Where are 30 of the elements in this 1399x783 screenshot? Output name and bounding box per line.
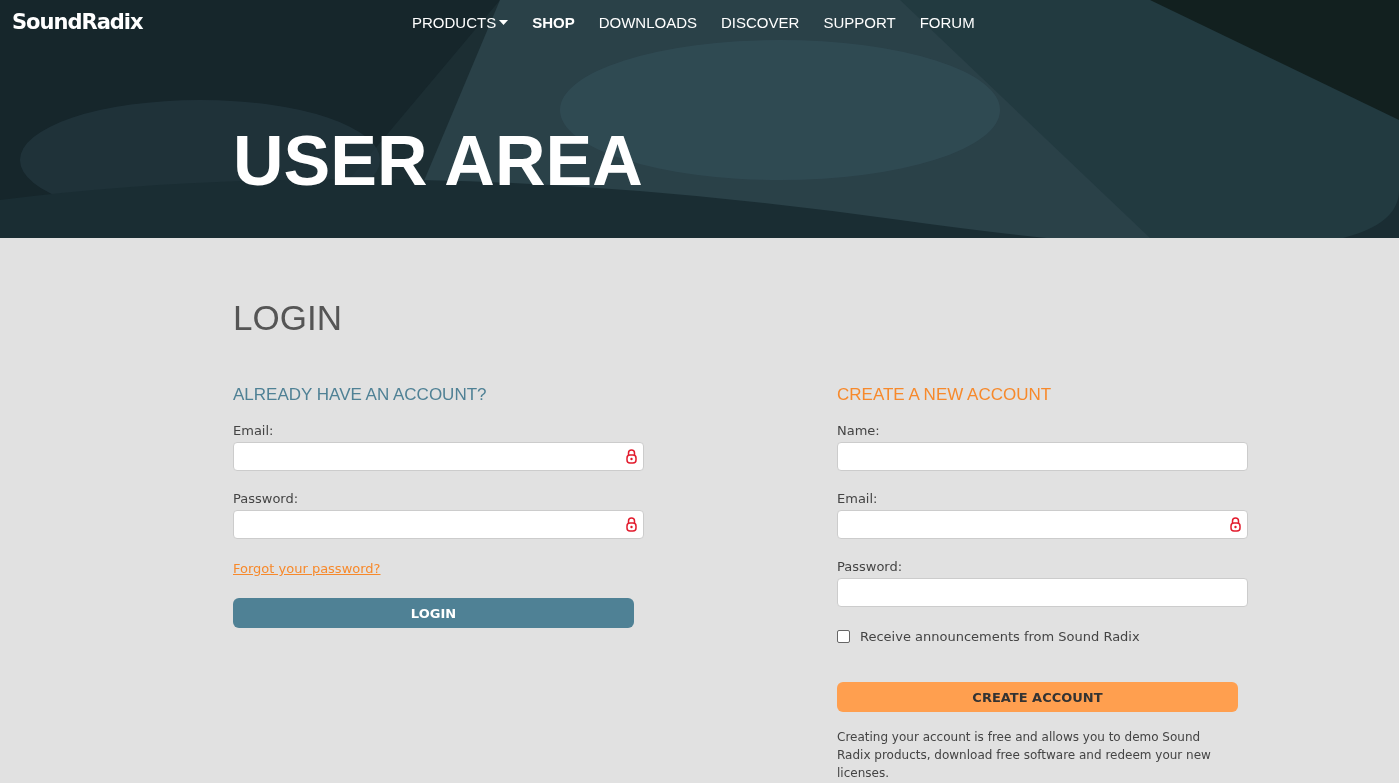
info-text: Creating your account is free and allows you to demo Sound Radix products, download free software and redeem your new licenses. <box>837 729 1212 782</box>
nav-link[interactable]: PRODUCTS <box>412 13 509 31</box>
field-label: Email: <box>233 423 275 438</box>
lock-icon <box>626 517 637 532</box>
field-label: Name: <box>837 423 881 438</box>
input-field[interactable] <box>837 442 1248 471</box>
nav-link[interactable]: SUPPORT <box>823 13 896 31</box>
logo[interactable]: SoundRadix <box>12 10 412 34</box>
checkbox[interactable] <box>837 630 850 643</box>
page-title: LOGIN <box>233 300 343 335</box>
nav-link[interactable]: SHOP <box>532 13 575 31</box>
lock-icon <box>1230 517 1241 532</box>
section-heading: ALREADY HAVE AN ACCOUNT? <box>233 385 488 405</box>
login-button[interactable]: LOGIN <box>233 598 634 628</box>
section-heading: CREATE A NEW ACCOUNT <box>837 385 1053 405</box>
input-field[interactable] <box>837 510 1248 539</box>
checkbox-label: Receive announcements from Sound Radix <box>860 629 1140 644</box>
nav-link[interactable]: DOWNLOADS <box>598 13 698 31</box>
page-banner-title: USER AREA <box>233 126 644 196</box>
field-label: Email: <box>837 491 879 506</box>
input-field[interactable] <box>837 578 1248 607</box>
input-field[interactable] <box>233 510 644 539</box>
nav-link[interactable]: DISCOVER <box>721 13 800 31</box>
field-label: Password: <box>837 559 904 574</box>
create-account-button[interactable]: CREATE ACCOUNT <box>837 682 1238 712</box>
caret-icon <box>499 19 509 25</box>
field-label: Password: <box>233 491 300 506</box>
nav-link[interactable]: FORUM <box>919 13 975 31</box>
input-field[interactable] <box>233 442 644 471</box>
lock-icon <box>626 449 637 464</box>
